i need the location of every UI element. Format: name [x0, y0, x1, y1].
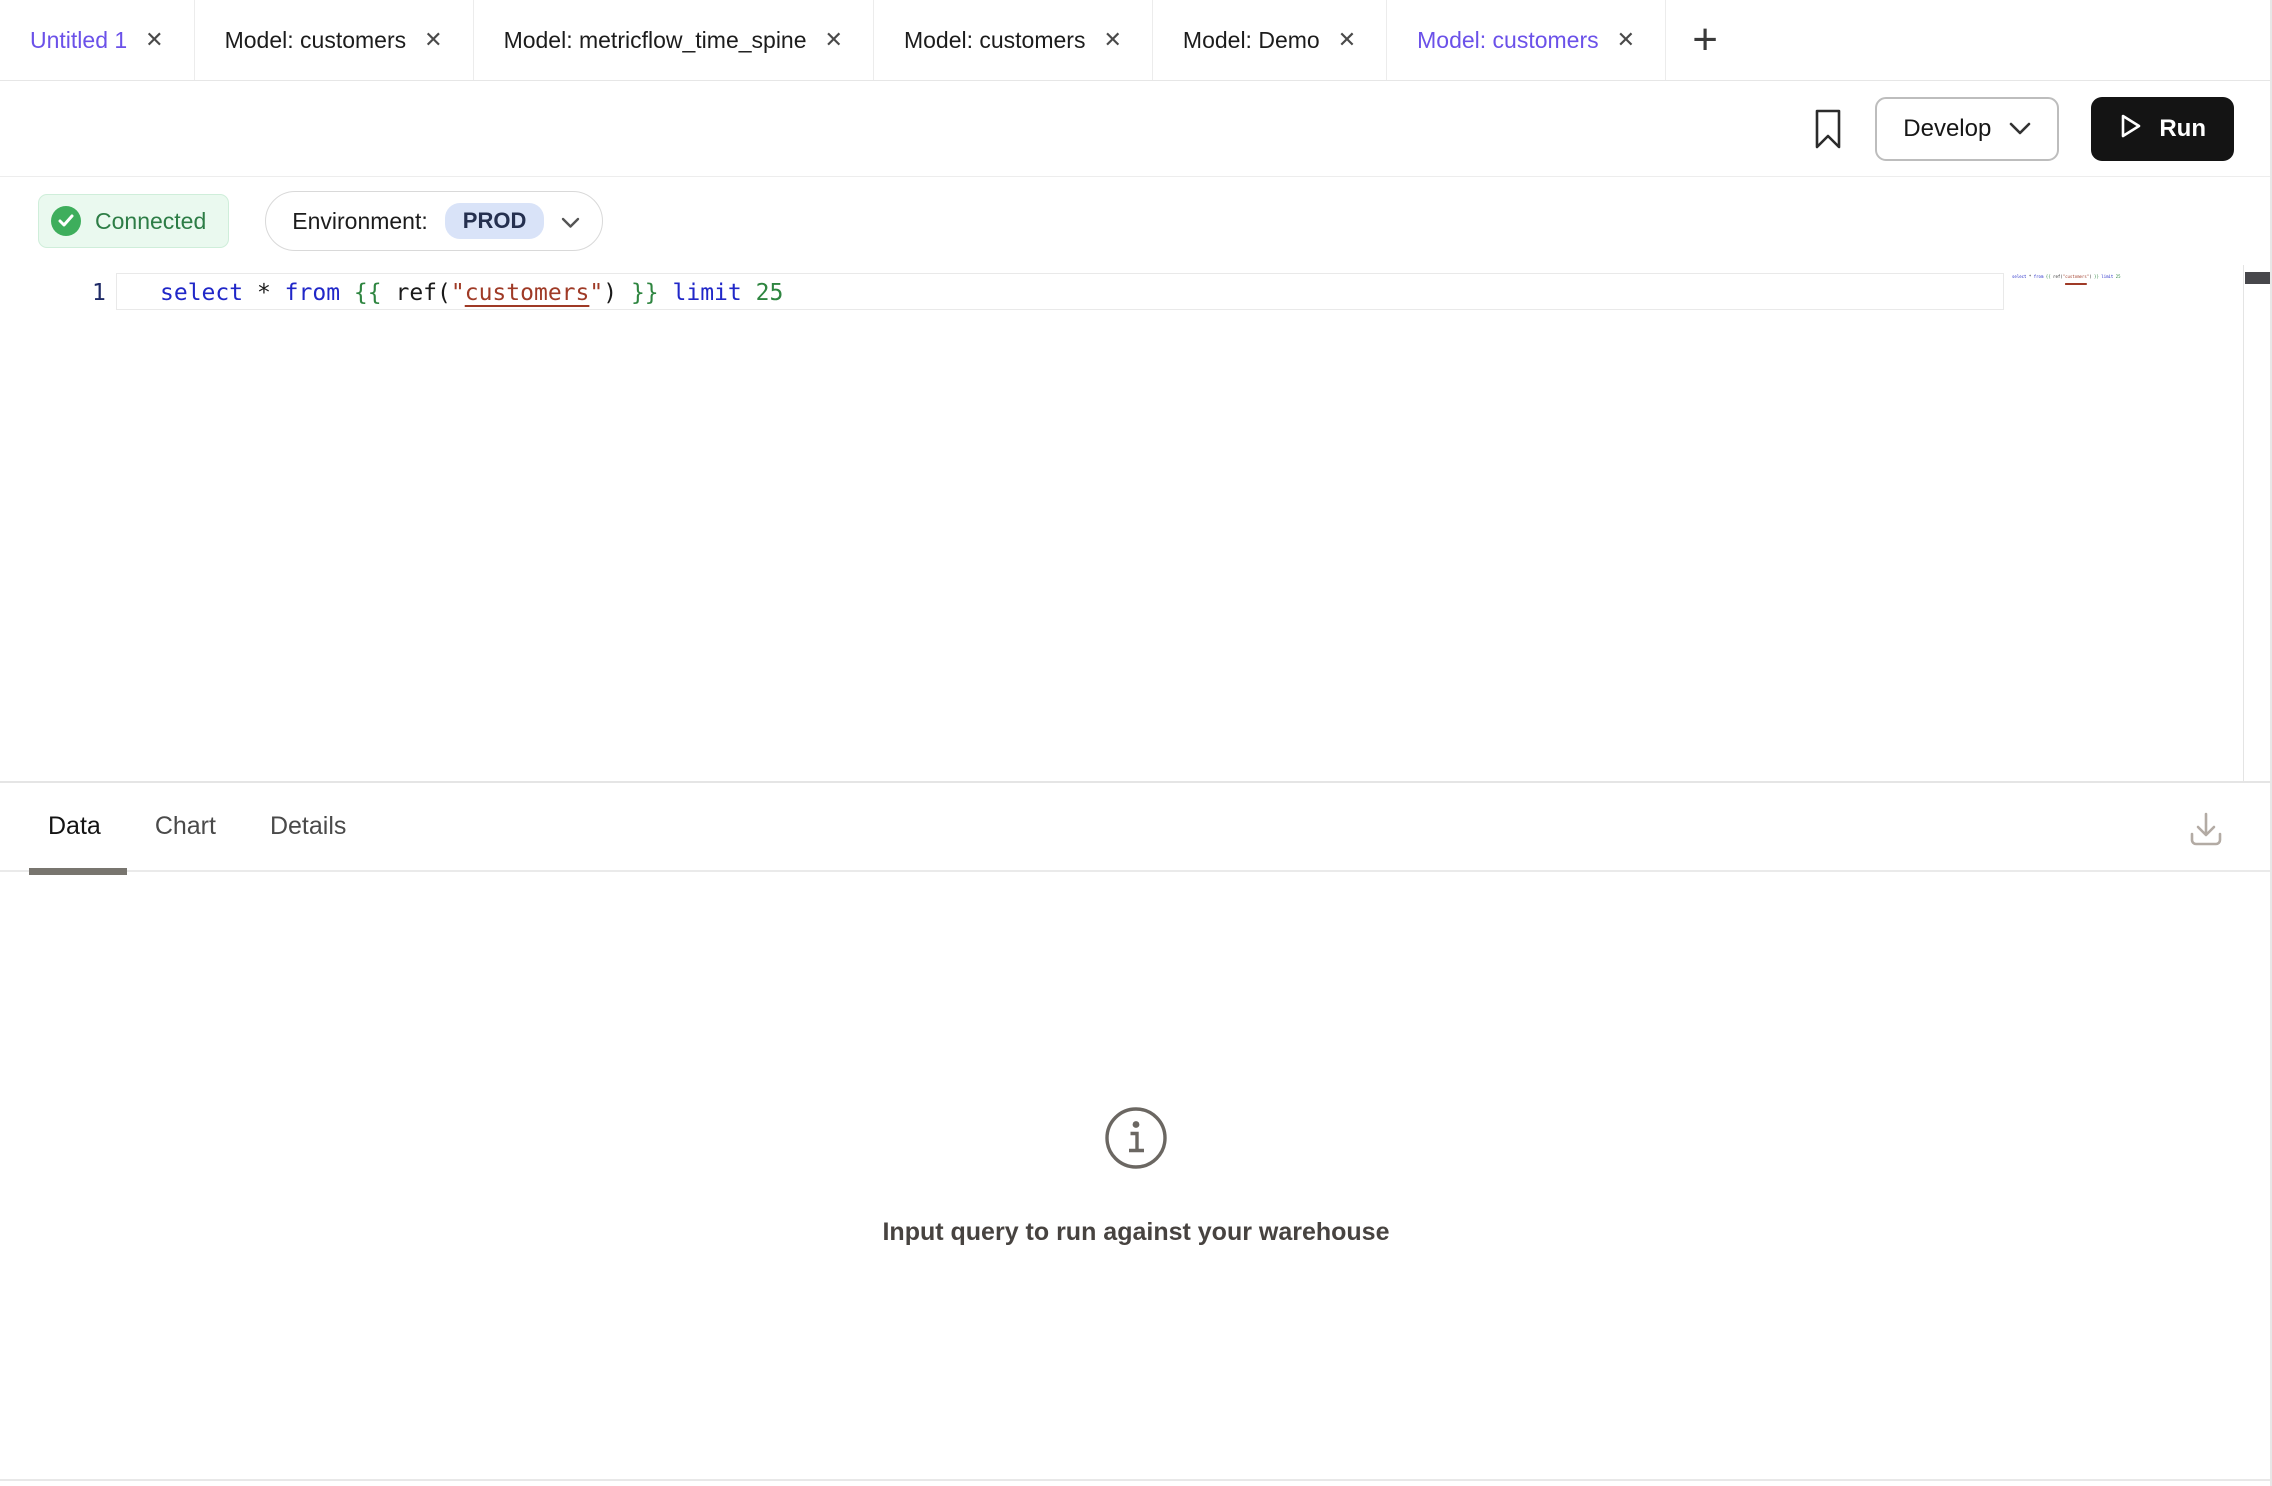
code-token: {{ — [354, 280, 382, 306]
status-row: Connected Environment: PROD — [0, 177, 2272, 265]
results-panel-tabs: Data Chart Details — [0, 783, 2272, 872]
tab-label: Model: metricflow_time_spine — [504, 27, 807, 54]
panel-tab-data[interactable]: Data — [48, 812, 101, 841]
environment-label: Environment: — [292, 208, 428, 235]
new-tab-button[interactable]: + — [1666, 0, 1744, 80]
editor-minimap[interactable]: select * from {{ ref("customers") }} lim… — [2012, 274, 2121, 279]
results-panel: Data Chart Details Input query to run ag… — [0, 781, 2272, 1486]
bookmark-icon[interactable] — [1813, 108, 1843, 150]
close-icon[interactable]: ✕ — [145, 29, 163, 51]
run-button[interactable]: Run — [2091, 97, 2234, 161]
editor-tab-3[interactable]: Model: customers ✕ — [874, 0, 1153, 80]
tab-label: Model: customers — [1417, 27, 1599, 54]
editor-tab-2[interactable]: Model: metricflow_time_spine ✕ — [474, 0, 874, 80]
empty-state: Input query to run against your warehous… — [0, 1105, 2272, 1247]
develop-button-label: Develop — [1903, 115, 1991, 143]
code-token — [340, 280, 354, 306]
play-icon — [2119, 112, 2143, 147]
bottom-divider — [0, 1479, 2272, 1481]
code-token: customers — [2065, 274, 2087, 279]
code-token: from — [2034, 274, 2044, 279]
editor-scrollbar[interactable] — [2243, 265, 2271, 781]
editor-tab-1[interactable]: Model: customers ✕ — [195, 0, 474, 80]
close-icon[interactable]: ✕ — [1338, 29, 1356, 51]
code-token: }} — [631, 280, 659, 306]
close-icon[interactable]: ✕ — [825, 29, 843, 51]
chevron-down-icon — [561, 208, 580, 235]
tab-label: Model: customers — [904, 27, 1086, 54]
code-token — [382, 280, 396, 306]
editor-tab-bar: Untitled 1 ✕ Model: customers ✕ Model: m… — [0, 0, 2272, 81]
connection-status-label: Connected — [95, 208, 206, 235]
toolbar: Develop Run — [0, 82, 2272, 177]
close-icon[interactable]: ✕ — [1617, 29, 1635, 51]
close-icon[interactable]: ✕ — [424, 29, 442, 51]
tab-label: Model: customers — [225, 27, 407, 54]
line-number: 1 — [92, 279, 106, 307]
connection-status-badge: Connected — [38, 194, 229, 248]
code-token: from — [285, 280, 340, 306]
editor-tab-4[interactable]: Model: Demo ✕ — [1153, 0, 1387, 80]
code-token: * — [257, 280, 271, 306]
code-token: select — [2012, 274, 2026, 279]
code-token — [617, 280, 631, 306]
editor-tab-5[interactable]: Model: customers ✕ — [1387, 0, 1666, 80]
sql-editor[interactable]: 1 select * from {{ ref("customers") }} l… — [0, 265, 2272, 781]
check-icon — [51, 206, 81, 236]
code-token — [659, 280, 673, 306]
code-token: ref( — [395, 280, 450, 306]
code-token: select — [160, 280, 243, 306]
code-token — [243, 280, 257, 306]
run-button-label: Run — [2159, 115, 2206, 143]
panel-tab-details[interactable]: Details — [270, 812, 346, 841]
environment-selector[interactable]: Environment: PROD — [265, 191, 603, 251]
code-token: " — [589, 280, 603, 306]
editor-tab-0[interactable]: Untitled 1 ✕ — [0, 0, 195, 80]
close-icon[interactable]: ✕ — [1103, 29, 1121, 51]
info-icon — [1103, 1105, 1169, 1176]
panel-tab-chart[interactable]: Chart — [155, 812, 216, 841]
environment-value-chip: PROD — [445, 203, 545, 239]
code-token: " — [451, 280, 465, 306]
code-token: limit — [673, 280, 742, 306]
active-tab-underline — [29, 868, 127, 875]
code-token — [742, 280, 756, 306]
chevron-down-icon — [2009, 115, 2031, 143]
code-token: 25 — [756, 280, 784, 306]
scrollbar-thumb[interactable] — [2245, 272, 2272, 284]
tab-label: Untitled 1 — [30, 27, 127, 54]
code-token: ) — [603, 280, 617, 306]
code-token: 25 — [2116, 274, 2121, 279]
download-icon[interactable] — [2184, 807, 2228, 856]
code-token: ref( — [2053, 274, 2063, 279]
code-token: limit — [2101, 274, 2113, 279]
code-token: customers — [465, 280, 590, 306]
tab-label: Model: Demo — [1183, 27, 1320, 54]
empty-state-message: Input query to run against your warehous… — [882, 1218, 1389, 1247]
develop-button[interactable]: Develop — [1875, 97, 2059, 161]
dbt-ide-window: Untitled 1 ✕ Model: customers ✕ Model: m… — [0, 0, 2272, 1486]
code-line[interactable]: select * from {{ ref("customers") }} lim… — [160, 279, 783, 307]
code-token — [271, 280, 285, 306]
